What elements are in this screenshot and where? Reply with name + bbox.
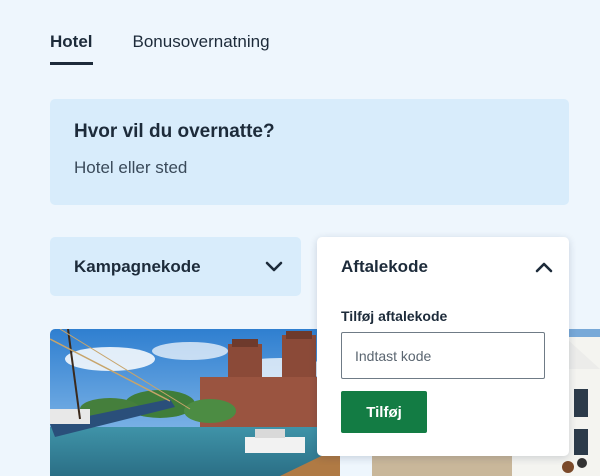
destination-search-field[interactable]: Hvor vil du overnatte? Hotel eller sted [50,99,569,205]
tab-bonus-overnight[interactable]: Bonusovernatning [133,32,270,65]
tab-hotel[interactable]: Hotel [50,32,93,65]
tab-bar: Hotel Bonusovernatning [50,32,270,65]
campaign-code-toggle[interactable]: Kampagnekode [50,237,301,296]
agreement-code-label: Aftalekode [341,256,428,276]
destination-photo-oslo [50,329,340,476]
chevron-up-icon [535,261,553,273]
destination-title: Hvor vil du overnatte? [74,121,275,142]
destination-placeholder: Hotel eller sted [74,158,188,177]
agreement-code-body: Tilføj aftalekode Tilføj [317,296,569,433]
agreement-code-field-label: Tilføj aftalekode [341,308,448,324]
agreement-code-input[interactable] [341,332,545,379]
chevron-down-icon [265,261,283,273]
agreement-code-toggle[interactable]: Aftalekode [317,237,569,296]
add-agreement-code-button[interactable]: Tilføj [341,391,427,433]
campaign-code-label: Kampagnekode [74,256,201,276]
agreement-code-panel: Aftalekode Tilføj aftalekode Tilføj [317,237,569,456]
